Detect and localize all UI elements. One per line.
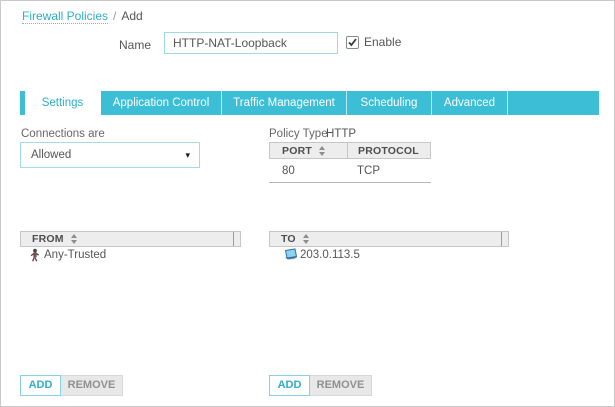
tab-traffic-management[interactable]: Traffic Management: [222, 91, 347, 115]
policy-type-value: HTTP: [326, 128, 357, 140]
from-list-header[interactable]: FROM: [20, 231, 241, 247]
column-header-protocol: PROTOCOL: [348, 143, 430, 158]
protocol-header-label: PROTOCOL: [358, 144, 419, 157]
breadcrumb-current-page: Add: [121, 9, 143, 23]
scrollbar-gutter: [501, 232, 502, 246]
breadcrumb-link-firewall-policies[interactable]: Firewall Policies: [22, 9, 109, 24]
to-list-header[interactable]: TO: [269, 231, 509, 247]
to-item-label: 203.0.113.5: [300, 249, 360, 261]
breadcrumb: Firewall Policies / Add: [22, 9, 143, 24]
from-add-button[interactable]: ADD: [20, 375, 61, 396]
from-remove-button[interactable]: REMOVE: [61, 375, 123, 396]
firewall-policy-add-page: Firewall Policies / Add Name Enable Settin…: [0, 0, 615, 407]
enable-checkbox-label: Enable: [364, 35, 402, 49]
scrollbar-gutter: [233, 232, 234, 246]
tab-application-control[interactable]: Application Control: [101, 91, 222, 115]
tab-scheduling[interactable]: Scheduling: [347, 91, 432, 115]
sort-icon: [302, 234, 309, 244]
to-add-button[interactable]: ADD: [269, 375, 310, 396]
sort-icon: [70, 234, 77, 244]
protocol-cell: TCP: [357, 164, 380, 177]
port-table-row: 80 TCP: [269, 159, 431, 183]
enable-control: Enable: [346, 35, 401, 49]
to-header-label: TO: [281, 233, 296, 245]
host-computer-icon: [284, 248, 298, 260]
breadcrumb-separator: /: [113, 9, 117, 23]
checkmark-icon: [348, 37, 357, 46]
port-header-label: PORT: [282, 144, 312, 157]
to-list-item-host[interactable]: 203.0.113.5: [283, 248, 360, 262]
any-trusted-alias-icon: [30, 248, 39, 262]
sort-icon: [318, 145, 325, 156]
from-header-label: FROM: [32, 233, 64, 245]
name-field-label: Name: [119, 38, 152, 52]
column-header-port[interactable]: PORT: [270, 143, 348, 158]
enable-checkbox[interactable]: [346, 35, 359, 49]
to-remove-button[interactable]: REMOVE: [310, 375, 372, 396]
connections-dropdown-value: Allowed: [31, 149, 72, 161]
connections-dropdown[interactable]: Allowed ▾: [20, 142, 200, 168]
port-cell: 80: [282, 164, 295, 177]
policy-type-label: Policy Type: [269, 128, 328, 140]
tab-advanced[interactable]: Advanced: [432, 91, 508, 115]
from-item-label: Any-Trusted: [44, 249, 107, 261]
tab-bar: Settings Application Control Traffic Man…: [20, 91, 599, 115]
port-protocol-table: PORT PROTOCOL 80 TCP: [269, 142, 431, 183]
from-list-item-any-trusted[interactable]: Any-Trusted: [27, 248, 106, 262]
policy-name-input[interactable]: [164, 32, 338, 54]
dropdown-caret-icon: ▾: [185, 149, 190, 160]
tab-settings[interactable]: Settings: [25, 91, 101, 115]
port-table-header-row: PORT PROTOCOL: [269, 142, 431, 159]
connections-are-label: Connections are: [21, 128, 105, 140]
